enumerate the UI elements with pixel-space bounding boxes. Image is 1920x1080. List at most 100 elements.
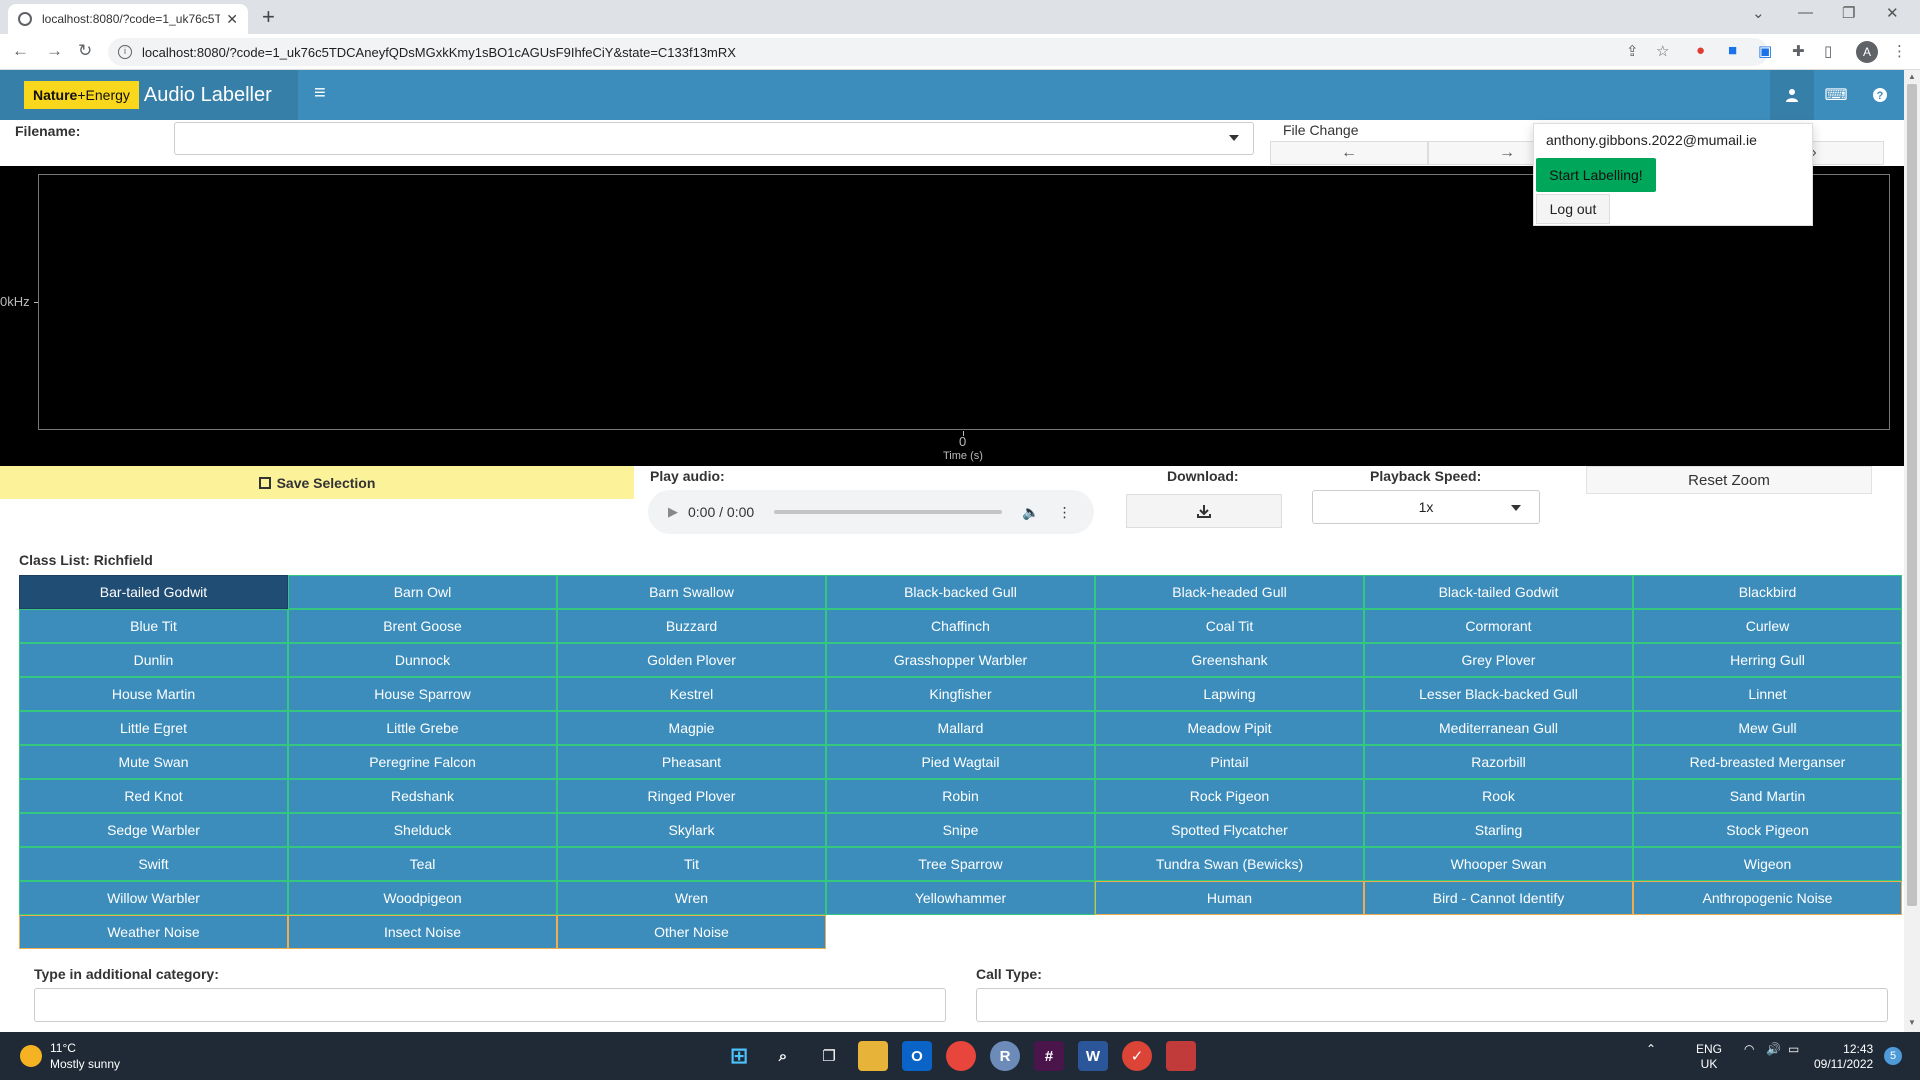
class-button[interactable]: Grasshopper Warbler <box>826 643 1095 677</box>
call-type-input[interactable] <box>976 988 1888 1022</box>
class-button[interactable]: Pintail <box>1095 745 1364 779</box>
class-button[interactable]: Tit <box>557 847 826 881</box>
bookmark-star-icon[interactable]: ☆ <box>1656 42 1669 60</box>
class-button[interactable]: Black-tailed Godwit <box>1364 575 1633 609</box>
class-button[interactable]: Tundra Swan (Bewicks) <box>1095 847 1364 881</box>
class-button[interactable]: Black-backed Gull <box>826 575 1095 609</box>
class-button[interactable]: Kestrel <box>557 677 826 711</box>
class-button[interactable]: Little Egret <box>19 711 288 745</box>
class-button[interactable]: Rook <box>1364 779 1633 813</box>
class-button[interactable]: Red-breasted Merganser <box>1633 745 1902 779</box>
show-hidden-icons-icon[interactable]: ⌃ <box>1646 1042 1656 1056</box>
share-icon[interactable]: ⇪ <box>1626 42 1639 60</box>
class-button[interactable]: Swift <box>19 847 288 881</box>
class-button[interactable]: Weather Noise <box>19 915 288 949</box>
class-button[interactable]: Human <box>1095 881 1364 915</box>
opera-extension-icon[interactable]: ● <box>1696 42 1705 59</box>
scroll-up-icon[interactable]: ▲ <box>1908 72 1916 81</box>
notification-count-badge[interactable]: 5 <box>1884 1047 1902 1065</box>
class-button[interactable]: Razorbill <box>1364 745 1633 779</box>
audio-seek-bar[interactable] <box>774 510 1003 514</box>
class-button[interactable]: Teal <box>288 847 557 881</box>
class-button[interactable]: Greenshank <box>1095 643 1364 677</box>
profile-avatar[interactable]: A <box>1856 41 1878 63</box>
class-button[interactable]: Whooper Swan <box>1364 847 1633 881</box>
previous-file-button[interactable]: ← <box>1270 141 1428 165</box>
slack-icon[interactable]: # <box>1034 1041 1064 1071</box>
class-button[interactable]: Bar-tailed Godwit <box>19 575 288 609</box>
active-app-icon[interactable] <box>1166 1041 1196 1071</box>
class-button[interactable]: Barn Owl <box>288 575 557 609</box>
class-button[interactable]: Lesser Black-backed Gull <box>1364 677 1633 711</box>
class-button[interactable]: Cormorant <box>1364 609 1633 643</box>
class-button[interactable]: Coal Tit <box>1095 609 1364 643</box>
class-button[interactable]: Starling <box>1364 813 1633 847</box>
side-panel-icon[interactable]: ▯ <box>1824 42 1832 60</box>
url-field[interactable]: i localhost:8080/?code=1_uk76c5TDCAneyfQ… <box>108 38 1768 66</box>
class-button[interactable]: Mediterranean Gull <box>1364 711 1633 745</box>
brand[interactable]: Nature+Energy Audio Labeller <box>0 70 298 120</box>
class-button[interactable]: Rock Pigeon <box>1095 779 1364 813</box>
class-button[interactable]: Mew Gull <box>1633 711 1902 745</box>
class-button[interactable]: Buzzard <box>557 609 826 643</box>
class-button[interactable]: Pheasant <box>557 745 826 779</box>
class-button[interactable]: Pied Wagtail <box>826 745 1095 779</box>
additional-category-input[interactable] <box>34 988 946 1022</box>
search-icon[interactable]: ⌕ <box>768 1041 798 1071</box>
class-button[interactable]: Other Noise <box>557 915 826 949</box>
class-button[interactable]: Insect Noise <box>288 915 557 949</box>
class-button[interactable]: House Martin <box>19 677 288 711</box>
class-button[interactable]: Willow Warbler <box>19 881 288 915</box>
class-button[interactable]: Bird - Cannot Identify <box>1364 881 1633 915</box>
volume-icon[interactable]: 🔈 <box>1022 504 1039 521</box>
back-icon[interactable]: ← <box>12 41 29 61</box>
r-app-icon[interactable]: R <box>990 1041 1020 1071</box>
class-button[interactable]: Skylark <box>557 813 826 847</box>
download-button[interactable] <box>1126 494 1282 528</box>
playback-speed-select[interactable]: 1x <box>1312 490 1540 524</box>
class-button[interactable]: Dunnock <box>288 643 557 677</box>
class-button[interactable]: Yellowhammer <box>826 881 1095 915</box>
class-button[interactable]: Peregrine Falcon <box>288 745 557 779</box>
class-button[interactable]: Kingfisher <box>826 677 1095 711</box>
class-button[interactable]: Barn Swallow <box>557 575 826 609</box>
class-button[interactable]: Anthropogenic Noise <box>1633 881 1902 915</box>
class-button[interactable]: Herring Gull <box>1633 643 1902 677</box>
class-button[interactable]: Meadow Pipit <box>1095 711 1364 745</box>
badge-extension-icon[interactable]: ▣ <box>1758 42 1772 60</box>
class-button[interactable]: Woodpigeon <box>288 881 557 915</box>
minimize-icon[interactable]: — <box>1798 4 1813 21</box>
class-button[interactable]: Stock Pigeon <box>1633 813 1902 847</box>
class-button[interactable]: Mute Swan <box>19 745 288 779</box>
reload-icon[interactable]: ↻ <box>78 41 92 61</box>
class-button[interactable]: Redshank <box>288 779 557 813</box>
volume-tray-icon[interactable]: 🔊 <box>1766 1042 1781 1056</box>
reset-zoom-button[interactable]: Reset Zoom <box>1586 466 1872 494</box>
class-button[interactable]: Grey Plover <box>1364 643 1633 677</box>
class-button[interactable]: Mallard <box>826 711 1095 745</box>
windows-start-icon[interactable]: ⊞ <box>724 1041 754 1071</box>
system-clock[interactable]: 12:43 09/11/2022 <box>1814 1042 1873 1072</box>
start-labelling-button[interactable]: Start Labelling! <box>1536 158 1656 192</box>
screen-capture-extension-icon[interactable]: ■ <box>1728 42 1737 59</box>
help-icon[interactable]: ? <box>1858 70 1902 120</box>
class-button[interactable]: Red Knot <box>19 779 288 813</box>
browser-tab[interactable]: localhost:8080/?code=1_uk76c5T ✕ <box>8 4 248 34</box>
class-button[interactable]: Linnet <box>1633 677 1902 711</box>
audio-options-icon[interactable]: ⋮ <box>1058 504 1072 521</box>
close-tab-icon[interactable]: ✕ <box>226 11 238 28</box>
todo-app-icon[interactable]: ✓ <box>1122 1041 1152 1071</box>
close-window-icon[interactable]: ✕ <box>1886 4 1899 22</box>
class-button[interactable]: Little Grebe <box>288 711 557 745</box>
file-explorer-icon[interactable] <box>858 1041 888 1071</box>
class-button[interactable]: Wigeon <box>1633 847 1902 881</box>
new-tab-icon[interactable]: + <box>262 4 275 30</box>
weather-widget[interactable]: 11°C Mostly sunny <box>20 1040 120 1072</box>
class-button[interactable]: Shelduck <box>288 813 557 847</box>
class-button[interactable]: Magpie <box>557 711 826 745</box>
class-button[interactable]: Sedge Warbler <box>19 813 288 847</box>
page-scrollbar[interactable]: ▲ ▼ <box>1904 70 1920 1032</box>
class-button[interactable]: House Sparrow <box>288 677 557 711</box>
scrollbar-thumb[interactable] <box>1907 84 1917 906</box>
battery-icon[interactable]: ▭ <box>1788 1042 1799 1056</box>
